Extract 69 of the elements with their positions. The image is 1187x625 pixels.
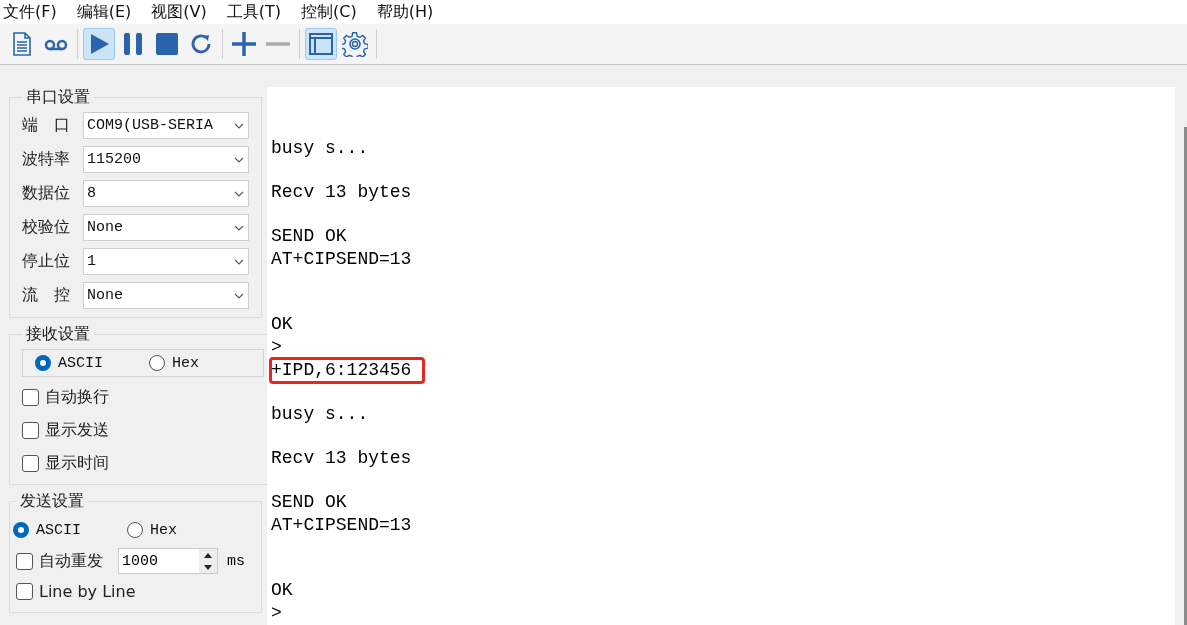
dropdown[interactable]: 115200	[83, 146, 249, 173]
log-line: busy s...	[271, 403, 369, 426]
checkbox-option[interactable]: 显示发送	[22, 417, 264, 443]
log-line: SEND OK	[271, 491, 347, 514]
spinner-icon[interactable]	[199, 549, 217, 573]
log-line: +IPD,6:123456	[271, 359, 424, 382]
number-field[interactable]: 1000	[118, 548, 218, 574]
field-label: 波特率	[22, 149, 71, 170]
dropdown[interactable]: None	[83, 282, 249, 309]
radio-option[interactable]: ASCII	[35, 354, 149, 372]
plus-icon	[231, 31, 257, 57]
log-line: Recv 13 bytes	[271, 447, 412, 470]
checkbox[interactable]	[22, 421, 39, 439]
field-label: 流 控	[22, 285, 71, 306]
log-line: Recv 13 bytes	[271, 181, 412, 204]
checkbox[interactable]	[22, 388, 39, 406]
checkbox-option[interactable]: 自动换行	[22, 384, 264, 410]
radio-button[interactable]	[127, 522, 143, 538]
checkbox[interactable]	[22, 454, 39, 472]
log-line: >	[271, 336, 282, 359]
checkbox[interactable]	[16, 582, 33, 600]
log-line: AT+CIPSEND=13	[271, 514, 412, 537]
field-label: 数据位	[22, 183, 71, 204]
group-title: 发送设置	[19, 491, 85, 512]
minus-icon	[265, 42, 291, 46]
radio-button[interactable]	[13, 522, 29, 538]
scrollbar-thumb[interactable]	[1184, 127, 1187, 625]
dropdown[interactable]: None	[83, 214, 249, 241]
unit-label: ms	[227, 552, 245, 570]
field-label: 停止位	[22, 251, 71, 272]
toolbar-button[interactable]	[83, 28, 115, 60]
chevron-down-icon	[234, 258, 244, 265]
menu-item[interactable]: 视图(V)	[148, 1, 224, 23]
chevron-down-icon	[234, 224, 244, 231]
group-title: 串口设置	[25, 87, 91, 108]
field-label: 端 口	[22, 115, 71, 136]
group-title: 接收设置	[25, 324, 91, 345]
checkbox-option[interactable]: 显示时间	[22, 450, 264, 476]
menu-item[interactable]: 帮助(H)	[373, 1, 451, 23]
toolbar-button[interactable]	[305, 28, 337, 60]
checkbox-option[interactable]: 自动重发	[16, 548, 103, 574]
radio-option[interactable]: Hex	[127, 521, 241, 539]
radio-button[interactable]	[35, 355, 51, 371]
chevron-down-icon	[234, 190, 244, 197]
log-line: OK	[271, 579, 293, 602]
settings-icon	[342, 31, 368, 57]
radio-button[interactable]	[149, 355, 165, 371]
dropdown[interactable]: 1	[83, 248, 249, 275]
log-line: >	[271, 602, 282, 625]
stop-icon	[154, 31, 180, 57]
radio-option[interactable]: Hex	[149, 354, 263, 372]
log-line: busy s...	[271, 137, 369, 160]
window-icon	[308, 31, 334, 57]
menu-item[interactable]: 编辑(E)	[73, 1, 149, 23]
chevron-down-icon	[234, 292, 244, 299]
dropdown[interactable]: 8	[83, 180, 249, 207]
checkbox[interactable]	[16, 552, 33, 570]
field-label: 校验位	[22, 217, 71, 238]
menu-item[interactable]: 控制(C)	[298, 1, 374, 23]
menu-item[interactable]: 工具(T)	[223, 1, 298, 23]
log-line: OK	[271, 313, 293, 336]
menu-item[interactable]: 文件(F)	[0, 1, 74, 23]
log-line: AT+CIPSEND=13	[271, 248, 412, 271]
dropdown[interactable]: COM9(USB-SERIA	[83, 112, 249, 139]
log-line: SEND OK	[271, 225, 347, 248]
chevron-down-icon	[234, 122, 244, 129]
checkbox-option[interactable]: Line by Line	[16, 578, 249, 604]
radio-option[interactable]: ASCII	[13, 521, 127, 539]
chevron-down-icon	[234, 156, 244, 163]
